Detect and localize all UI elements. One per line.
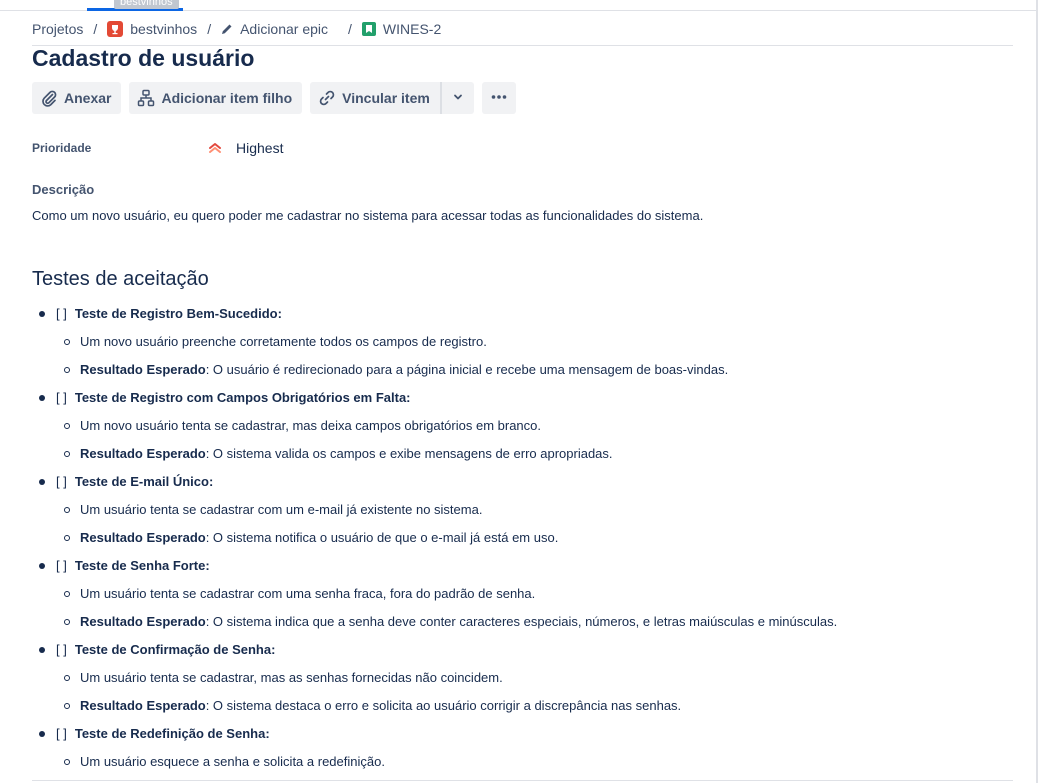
test-scenario: Um usuário tenta se cadastrar com um e-m…: [56, 496, 992, 524]
test-scenario: Um novo usuário preenche corretamente to…: [56, 328, 992, 356]
acceptance-tests-list: [ ] Teste de Registro Bem-Sucedido: Um no…: [32, 300, 992, 776]
pencil-icon: [221, 23, 233, 35]
description-text[interactable]: Como um novo usuário, eu quero poder me …: [32, 208, 703, 223]
paperclip-icon: [40, 89, 58, 107]
expected-label: Resultado Esperado: [80, 530, 206, 545]
list-item: [ ] Teste de Registro com Campos Obrigató…: [32, 384, 992, 468]
project-avatar-icon: [107, 21, 124, 37]
test-expected: Resultado Esperado: O sistema indica que…: [56, 608, 992, 636]
breadcrumb-separator: /: [348, 21, 352, 37]
list-item: [ ] Teste de Redefinição de Senha: Um usu…: [32, 720, 992, 776]
breadcrumb-label: Projetos: [32, 21, 84, 37]
test-expected: Resultado Esperado: O sistema valida os …: [56, 440, 992, 468]
hierarchy-icon: [137, 89, 155, 107]
attach-label: Anexar: [64, 90, 112, 106]
priority-field: Prioridade Highest: [32, 138, 283, 158]
list-item: [ ] Teste de Registro Bem-Sucedido: Um no…: [32, 300, 992, 384]
priority-value[interactable]: Highest: [236, 140, 283, 156]
attach-button[interactable]: Anexar: [32, 82, 122, 114]
add-child-issue-button[interactable]: Adicionar item filho: [129, 82, 303, 114]
breadcrumb-label: Adicionar epic: [240, 21, 329, 37]
acceptance-tests-heading: Testes de aceitação: [32, 268, 209, 290]
test-expected: Resultado Esperado: O sistema destaca o …: [56, 692, 992, 720]
link-issue-label: Vincular item: [342, 90, 430, 106]
more-actions-button[interactable]: [481, 82, 516, 114]
test-title: Teste de E-mail Único:: [74, 474, 214, 489]
test-scenario: Um usuário esquece a senha e solicita a …: [56, 748, 992, 776]
breadcrumb-projects[interactable]: Projetos: [32, 21, 83, 37]
test-expected: Resultado Esperado: O sistema notifica o…: [56, 524, 992, 552]
list-item: [ ] Teste de Confirmação de Senha: Um usu…: [32, 636, 992, 720]
test-title: Teste de Redefinição de Senha:: [74, 726, 270, 741]
issue-toolbar: Anexar Adicionar item filho Vincular ite…: [32, 82, 524, 114]
expected-label: Resultado Esperado: [80, 362, 206, 377]
priority-label: Prioridade: [32, 141, 92, 155]
issue-title[interactable]: Cadastro de usuário: [32, 42, 254, 74]
list-item: [ ] Teste de E-mail Único: Um usuário ten…: [32, 468, 992, 552]
test-scenario: Um usuário tenta se cadastrar com uma se…: [56, 580, 992, 608]
breadcrumb: Projetos / bestvinhos / Adicionar epic /: [32, 19, 441, 39]
checkbox-mark: [ ]: [56, 642, 67, 657]
breadcrumb-label: WINES-2: [382, 21, 442, 37]
link-issue-button[interactable]: Vincular item: [310, 82, 440, 114]
test-title: Teste de Registro com Campos Obrigatório…: [74, 390, 411, 405]
expected-label: Resultado Esperado: [80, 614, 206, 629]
test-scenario: Um usuário tenta se cadastrar, mas as se…: [56, 664, 992, 692]
list-item: [ ] Teste de Senha Forte: Um usuário tent…: [32, 552, 992, 636]
breadcrumb-add-epic[interactable]: Adicionar epic: [221, 21, 328, 37]
test-expected: Resultado Esperado: O usuário é redireci…: [56, 356, 992, 384]
description-label: Descrição: [32, 182, 95, 197]
breadcrumb-issue-key[interactable]: WINES-2: [361, 21, 442, 37]
breadcrumb-label: bestvinhos: [130, 21, 198, 37]
checkbox-mark: [ ]: [56, 390, 67, 405]
checkbox-mark: [ ]: [56, 474, 67, 489]
test-title: Teste de Senha Forte:: [74, 558, 210, 573]
test-title: Teste de Confirmação de Senha:: [74, 642, 276, 657]
breadcrumb-separator: /: [207, 21, 212, 37]
link-issue-group: Vincular item: [310, 82, 474, 114]
expected-label: Resultado Esperado: [80, 446, 206, 461]
link-icon: [318, 89, 336, 107]
link-options-dropdown-button[interactable]: [439, 82, 474, 114]
breadcrumb-project[interactable]: bestvinhos: [107, 21, 197, 37]
test-scenario: Um novo usuário tenta se cadastrar, mas …: [56, 412, 992, 440]
expected-label: Resultado Esperado: [80, 698, 206, 713]
breadcrumb-separator: /: [93, 21, 98, 37]
test-title: Teste de Registro Bem-Sucedido:: [74, 306, 282, 321]
project-tooltip: bestvinhos: [114, 0, 179, 9]
bottom-divider: [32, 780, 1013, 781]
more-icon: [490, 88, 508, 109]
chevron-down-icon: [452, 90, 464, 106]
checkbox-mark: [ ]: [56, 726, 67, 741]
story-icon: [361, 22, 376, 36]
checkbox-mark: [ ]: [56, 306, 67, 321]
checkbox-mark: [ ]: [56, 558, 67, 573]
add-child-label: Adicionar item filho: [161, 90, 293, 106]
priority-highest-icon: [208, 142, 222, 154]
